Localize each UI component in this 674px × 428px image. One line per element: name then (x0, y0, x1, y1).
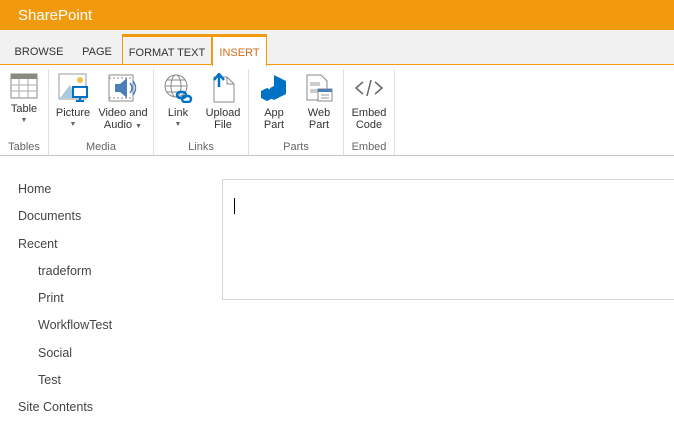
nav-recent-print[interactable]: Print (18, 291, 112, 318)
nav-home[interactable]: Home (18, 182, 112, 209)
picture-icon (58, 73, 88, 102)
tab-page[interactable]: PAGE (72, 34, 122, 65)
dropdown-arrow-icon: ▼ (69, 121, 77, 128)
upload-file-icon (213, 73, 235, 103)
web-part-icon (306, 74, 333, 102)
video-audio-icon (108, 74, 137, 102)
table-icon (10, 73, 38, 99)
nav-recent[interactable]: Recent (18, 237, 112, 264)
group-parts: App Part Web Part Parts (249, 69, 344, 155)
quick-launch: Home Documents Recent tradeform Print Wo… (18, 182, 112, 428)
tab-insert[interactable]: INSERT (212, 34, 267, 66)
tab-format-text[interactable]: FORMAT TEXT (122, 34, 212, 65)
link-button[interactable]: Link ▼ (160, 73, 196, 131)
nav-documents[interactable]: Documents (18, 209, 112, 236)
text-cursor (234, 198, 235, 214)
video-audio-button[interactable]: Video and Audio ▼ (97, 73, 149, 133)
group-embed: Embed Code Embed (344, 69, 395, 155)
app-part-icon (261, 75, 286, 101)
picture-button[interactable]: Picture ▼ (55, 73, 91, 131)
nav-recent-workflowtest[interactable]: WorkflowTest (18, 318, 112, 345)
nav-recent-tradeform[interactable]: tradeform (18, 264, 112, 291)
app-part-button[interactable]: App Part (255, 73, 293, 131)
nav-recent-social[interactable]: Social (18, 346, 112, 373)
nav-recent-test[interactable]: Test (18, 373, 112, 400)
group-media: Picture ▼ Video and Audio ▼ Media (49, 69, 154, 155)
dropdown-arrow-icon: ▼ (20, 117, 28, 124)
tab-browse[interactable]: BROWSE (8, 34, 70, 65)
upload-file-button[interactable]: Upload File (202, 73, 244, 131)
ribbon: Table ▼ Tables Picture ▼ Video and Audio ▼ … (0, 65, 674, 156)
nav-site-contents[interactable]: Site Contents (18, 400, 112, 427)
web-part-button[interactable]: Web Part (299, 73, 339, 131)
ribbon-tabs: BROWSE PAGE FORMAT TEXT INSERT (0, 30, 674, 66)
group-links: Link ▼ Upload File Links (154, 69, 249, 155)
app-title[interactable]: SharePoint (18, 7, 92, 24)
dropdown-arrow-icon: ▼ (135, 123, 143, 130)
suite-bar: SharePoint (0, 0, 674, 30)
rich-text-editor[interactable] (222, 179, 674, 300)
table-button[interactable]: Table ▼ (4, 73, 44, 127)
embed-code-icon (354, 79, 384, 97)
link-icon (164, 74, 193, 103)
group-tables: Table ▼ Tables (0, 69, 49, 155)
dropdown-arrow-icon: ▼ (174, 121, 182, 128)
embed-code-button[interactable]: Embed Code (348, 73, 390, 131)
